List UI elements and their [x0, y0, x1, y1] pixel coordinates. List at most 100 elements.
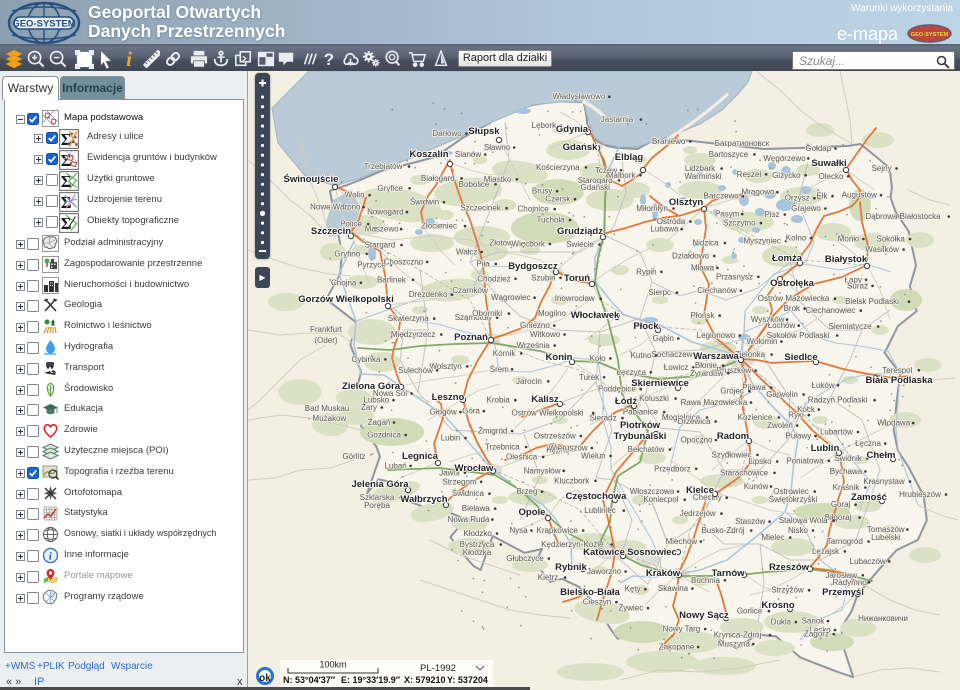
svg-text:Czersk: Czersk [545, 195, 571, 204]
svg-text:Sianów: Sianów [455, 150, 481, 159]
svg-text:Inowrocław: Inowrocław [555, 294, 595, 303]
svg-text:Ostrzeszów: Ostrzeszów [534, 432, 576, 441]
svg-text:Hrubieszów: Hrubieszów [899, 490, 941, 499]
svg-text:Koło: Koło [590, 354, 607, 363]
svg-text:Góra: Góra [462, 407, 480, 416]
svg-text:Terespol: Terespol [882, 366, 912, 375]
svg-text:Szydłowiec: Szydłowiec [711, 450, 751, 459]
svg-text:Sulechów: Sulechów [398, 366, 433, 375]
svg-text:Reszel: Reszel [737, 170, 762, 179]
svg-text:Goraj: Goraj [831, 500, 851, 509]
svg-text:Trzebiatów: Trzebiatów [364, 162, 403, 171]
svg-text:Trzebnica: Trzebnica [485, 443, 520, 452]
svg-text:Bychawa: Bychawa [830, 467, 863, 476]
svg-text:Świdwin: Świdwin [410, 198, 439, 207]
svg-text:Lubliniec: Lubliniec [584, 506, 616, 515]
svg-text:Krasnystaw: Krasnystaw [863, 477, 905, 486]
svg-text:Nowe Warpno: Nowe Warpno [310, 203, 361, 212]
svg-text:Dukla: Dukla [771, 618, 792, 627]
svg-text:Cieszyn: Cieszyn [583, 598, 611, 607]
svg-text:Głubczyce: Głubczyce [506, 554, 544, 563]
svg-text:Mielec: Mielec [761, 533, 784, 542]
svg-text:Gozdnica: Gozdnica [367, 431, 401, 440]
svg-text:Kościerzyna: Kościerzyna [536, 163, 580, 172]
svg-text:Żagań: Żagań [368, 418, 391, 427]
svg-text:Kłodzka: Kłodzka [463, 548, 492, 557]
svg-text:Węgorzewo: Węgorzewo [763, 154, 806, 163]
svg-text:Pisz: Pisz [764, 210, 779, 219]
svg-text:Warszawa: Warszawa [693, 351, 739, 362]
svg-text:Lublin: Lublin [811, 443, 840, 454]
svg-text:Garwolin: Garwolin [766, 390, 798, 399]
svg-text:Lubelski: Lubelski [871, 533, 901, 542]
svg-text:Włodawa: Włodawa [877, 419, 910, 428]
svg-text:- Mużakow: - Mużakow [308, 414, 347, 423]
svg-text:Staszów: Staszów [735, 517, 765, 526]
svg-text:Koszalin: Koszalin [409, 149, 448, 160]
svg-text:Brzeg: Brzeg [517, 487, 538, 496]
svg-text:Piotrków: Piotrków [620, 420, 661, 431]
svg-text:Poręba: Poręba [364, 501, 390, 510]
svg-text:Brusy: Brusy [532, 187, 552, 196]
svg-text:Łuków: Łuków [812, 381, 835, 390]
svg-text:Krobia: Krobia [487, 396, 511, 405]
svg-text:Gorlice: Gorlice [737, 607, 763, 616]
svg-text:Chojna: Chojna [331, 278, 357, 287]
svg-text:Dąbrowa Białostocka: Dąbrowa Białostocka [865, 212, 941, 221]
svg-text:Radymno: Radymno [832, 578, 867, 587]
svg-text:Nowy Sącz: Nowy Sącz [679, 610, 729, 621]
svg-text:Bełchatów: Bełchatów [628, 445, 665, 454]
svg-text:Sosnowiec: Sosnowiec [627, 547, 677, 558]
svg-text:Jędrzejów: Jędrzejów [680, 509, 716, 518]
svg-text:Puławy: Puławy [786, 432, 812, 441]
svg-text:Łęczyca: Łęczyca [617, 368, 647, 377]
svg-text:Gorzów Wielkopolski: Gorzów Wielkopolski [298, 294, 393, 305]
svg-text:Przemyśl: Przemyśl [822, 587, 864, 598]
svg-text:Oborniki: Oborniki [472, 309, 502, 318]
svg-text:Grójec: Grójec [720, 387, 744, 396]
svg-text:Słupsk: Słupsk [468, 126, 500, 137]
svg-text:Tuchola: Tuchola [537, 216, 566, 225]
svg-text:Jelenia Góra: Jelenia Góra [351, 479, 409, 490]
svg-text:Muszyna: Muszyna [718, 640, 751, 649]
svg-text:Tarnów: Tarnów [711, 568, 745, 579]
svg-text:Nidzica: Nidzica [692, 239, 719, 248]
svg-text:Sieradz: Sieradz [589, 414, 616, 423]
svg-text:Rzeszów: Rzeszów [769, 562, 810, 573]
svg-text:Gdańsk: Gdańsk [563, 142, 599, 153]
svg-text:Trybunalski: Trybunalski [614, 431, 667, 442]
svg-text:Pyrzyce: Pyrzyce [357, 260, 386, 269]
svg-text:Siemiatycze: Siemiatycze [828, 322, 872, 331]
svg-text:Kutno: Kutno [631, 351, 652, 360]
svg-text:Tarnogród: Tarnogród [827, 537, 863, 546]
svg-text:Kłodzko: Kłodzko [463, 529, 492, 538]
svg-text:Нижанковичи: Нижанковичи [858, 614, 908, 623]
svg-text:Łowicz: Łowicz [664, 363, 688, 372]
svg-text:Olsztyn: Olsztyn [669, 197, 704, 208]
svg-text:(Oder): (Oder) [314, 336, 337, 345]
svg-text:Chojnice: Chojnice [518, 205, 550, 214]
svg-text:Lubawa: Lubawa [650, 225, 679, 234]
svg-text:Bielsko-Biała: Bielsko-Biała [560, 587, 620, 598]
svg-text:Bad Muskau: Bad Muskau [305, 404, 349, 413]
svg-text:Sochaczew: Sochaczew [652, 350, 693, 359]
svg-text:Kraśnik: Kraśnik [833, 483, 861, 492]
svg-text:Kraków: Kraków [646, 568, 681, 579]
svg-text:Lębork: Lębork [532, 121, 557, 130]
svg-text:Nowogard: Nowogard [367, 208, 403, 217]
svg-text:Zakopane: Zakopane [659, 643, 695, 652]
svg-text:Rawa Mazowiecka: Rawa Mazowiecka [681, 398, 748, 407]
svg-text:Witkowo: Witkowo [530, 330, 561, 339]
svg-text:Szczytno: Szczytno [723, 219, 756, 228]
svg-text:Brok: Brok [784, 304, 801, 313]
svg-text:Działdowo: Działdowo [672, 251, 709, 260]
svg-text:Bielsk Podlaski: Bielsk Podlaski [845, 297, 899, 306]
svg-text:Gniezno: Gniezno [520, 321, 550, 330]
svg-text:Lubartów: Lubartów [820, 428, 853, 437]
svg-text:Namysłów: Namysłów [524, 466, 561, 475]
svg-text:Ełk: Ełk [816, 192, 828, 201]
svg-text:Jastarnia: Jastarnia [601, 115, 634, 124]
svg-text:Stargard: Stargard [365, 241, 396, 250]
svg-text:Chełm: Chełm [866, 450, 895, 461]
svg-text:Bartoszyce: Bartoszyce [709, 150, 749, 159]
